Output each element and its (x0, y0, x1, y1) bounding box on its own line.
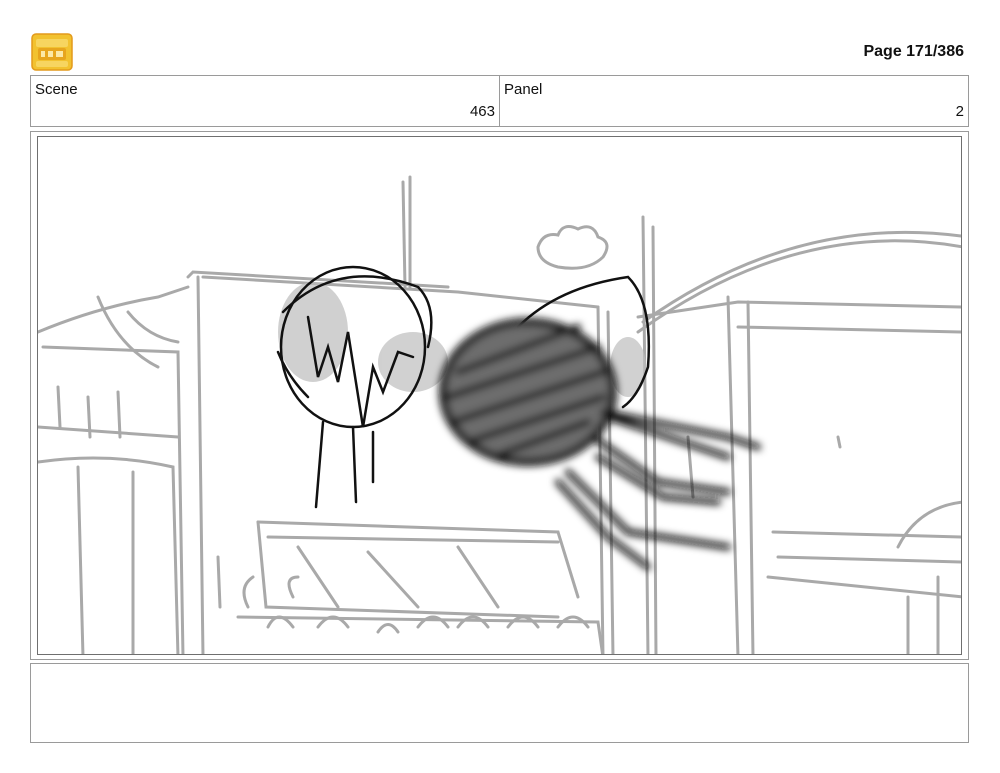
scene-label: Scene (35, 81, 78, 98)
panel-notes-box (30, 663, 969, 743)
panel-cell: Panel 2 (499, 76, 968, 126)
scene-panel-table: Scene 463 Panel 2 (30, 75, 969, 127)
panel-value: 2 (955, 103, 964, 120)
panel-label: Panel (504, 81, 543, 98)
storyboard-sketch (38, 175, 961, 654)
jedi-logo (31, 33, 73, 71)
scene-value: 463 (469, 103, 495, 120)
storyboard-panel-frame (30, 131, 969, 660)
page-number: Page 171/386 (863, 43, 964, 60)
scene-cell: Scene 463 (31, 76, 499, 126)
storyboard-panel-image (37, 136, 962, 655)
